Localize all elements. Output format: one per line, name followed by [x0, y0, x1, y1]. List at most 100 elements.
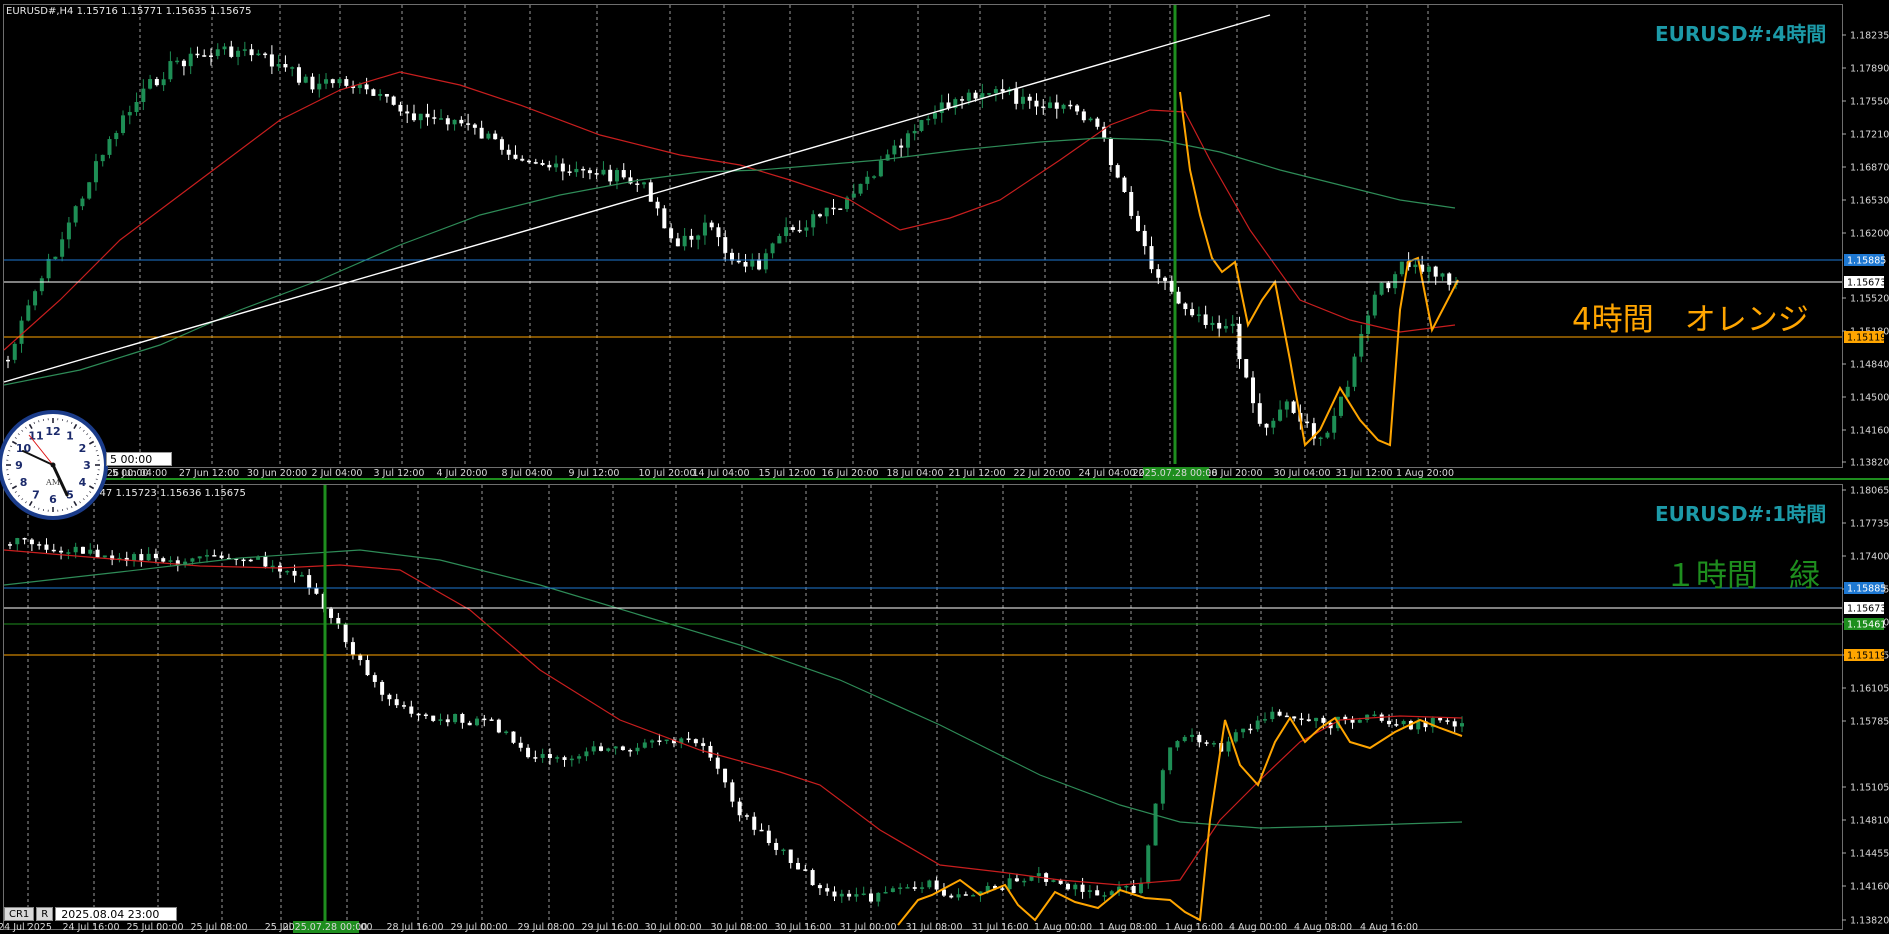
candle-body [26, 305, 31, 321]
price-tag-text: 1.15461 [1847, 620, 1886, 631]
candle-body [1426, 266, 1431, 272]
time-axis-label: 22 Jul 20:00 [1014, 468, 1071, 478]
candle-body [601, 169, 606, 175]
h1-chart-canvas[interactable]: 24 Jul 2025 24 Jul 16:00 25 Jul 00:00 25 Ju… [0, 480, 1889, 934]
price-axis-label: 1.16870 [1850, 163, 1889, 174]
time-axis-label: 30 Jul 08:00 [711, 922, 768, 933]
candle-body [1372, 294, 1377, 316]
candle-body [73, 546, 78, 553]
price-axis-label: 1.17735 [1850, 519, 1889, 530]
candle-body [584, 751, 589, 757]
clock-tick [28, 423, 33, 430]
highlight-time-text: 2025.07.28 00:00 [1133, 468, 1218, 478]
candle-body [832, 891, 837, 897]
clock-number: 12 [45, 425, 60, 438]
candle-body [1291, 401, 1296, 413]
candle-body [1270, 711, 1275, 720]
zigzag-line [1179, 91, 1459, 448]
candle-body [248, 559, 253, 562]
candle-body [1379, 282, 1384, 295]
time-axis-label: 4 Aug 08:00 [1294, 922, 1352, 933]
candle-body [452, 119, 457, 125]
candle-body [581, 168, 586, 171]
time-axis-label: 1 Aug 08:00 [1099, 922, 1157, 933]
candle-body [1314, 717, 1319, 722]
moving-average-red [3, 549, 1463, 886]
candle-body [1020, 96, 1025, 104]
candle-body [107, 139, 112, 155]
price-axis-label: 1.13820 [1850, 916, 1889, 927]
candle-body [547, 164, 552, 168]
candle-body [831, 207, 836, 210]
candle-body [526, 747, 531, 758]
candle-body [744, 815, 749, 817]
candle-body [696, 235, 701, 240]
candle-body [372, 675, 377, 682]
candle-body [80, 198, 85, 207]
candle-body [1014, 88, 1019, 104]
candle-body [95, 549, 100, 558]
candle-body [330, 79, 335, 84]
candle-body [973, 92, 978, 99]
time-axis-label: 31 Jul 12:00 [1336, 468, 1393, 478]
candle-body [53, 256, 58, 259]
clock-tick [33, 505, 36, 509]
candle-body [190, 558, 195, 562]
candle-body [1413, 264, 1418, 268]
candle-body [466, 123, 471, 125]
clock-tick [95, 478, 98, 480]
clock-tick [89, 491, 92, 493]
candle-body [554, 163, 559, 168]
candle-body [499, 139, 504, 150]
candle-body [993, 89, 998, 94]
candle-body [1160, 770, 1165, 804]
candle-body [912, 130, 917, 134]
candle-body [890, 888, 895, 892]
candle-body [1196, 314, 1201, 316]
candle-body [1135, 215, 1140, 231]
status-chip-r[interactable]: R [36, 907, 54, 921]
h4-chart-pane[interactable]: 26 Jun 04:00 27 Jun 12:00 30 Jun 20:00 2 Ju… [0, 0, 1889, 478]
clock-tick [73, 500, 78, 507]
candle-body [153, 553, 158, 559]
time-axis-label: 14 Jul 04:00 [693, 468, 750, 478]
candle-body [1149, 246, 1154, 270]
candle-body [236, 50, 241, 57]
candle-body [1073, 884, 1078, 890]
candle-body [1081, 111, 1086, 121]
candle-body [1034, 100, 1039, 107]
candle-body [1217, 322, 1222, 329]
candle-body [467, 722, 472, 726]
candle-body [409, 706, 414, 714]
candle-body [715, 757, 720, 769]
h4-chart-canvas[interactable]: 26 Jun 04:00 27 Jun 12:00 30 Jun 20:00 2 Ju… [0, 0, 1889, 478]
clock-center [50, 462, 56, 468]
candle-body [608, 169, 613, 182]
status-chip-cr1[interactable]: CR1 [4, 907, 35, 921]
candle-body [365, 660, 370, 676]
clock-tick [9, 482, 13, 485]
time-axis-label: 9 Jul 12:00 [569, 468, 620, 478]
candle-body [1292, 716, 1297, 719]
candle-body [1244, 359, 1249, 378]
candle-body [161, 558, 166, 562]
candle-body [730, 782, 735, 802]
candle-body [263, 556, 268, 567]
candle-body [1176, 291, 1181, 304]
candle-body [966, 92, 971, 101]
time-axis-label: 8 Jul 04:00 [502, 468, 553, 478]
candle-body [197, 556, 202, 559]
trendline [3, 14, 1271, 383]
candle-body [1168, 747, 1173, 771]
h1-chart-pane[interactable]: 24 Jul 2025 24 Jul 16:00 25 Jul 00:00 25 Ju… [0, 480, 1889, 934]
candle-body [669, 228, 674, 239]
time-axis-label: 25 Jul 08:00 [191, 922, 248, 933]
time-axis-label: 31 Jul 00:00 [840, 922, 897, 933]
candle-body [1036, 873, 1041, 877]
candle-body [804, 227, 809, 231]
candle-body [249, 49, 254, 56]
candle-body [1000, 89, 1005, 92]
candle-body [905, 133, 910, 148]
time-axis-label: 27 Jun 12:00 [179, 468, 239, 478]
candle-body [766, 830, 771, 843]
